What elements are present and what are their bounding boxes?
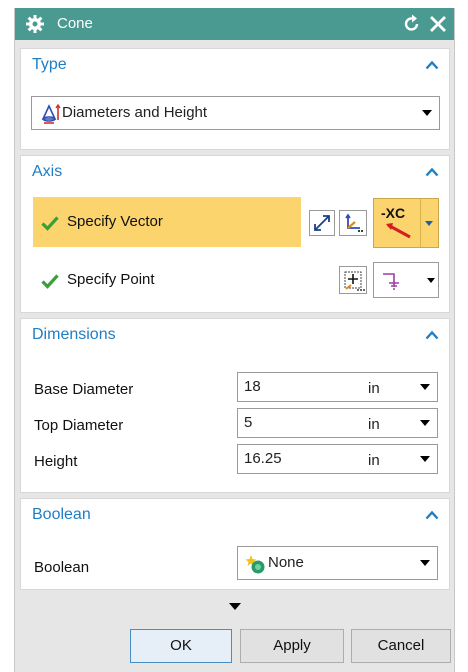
height-unit[interactable]: in	[368, 452, 380, 469]
apply-button[interactable]: Apply	[240, 629, 344, 663]
vector-dialog-icon	[345, 213, 363, 232]
boolean-label: Boolean	[34, 559, 90, 576]
inferred-point-icon	[383, 273, 399, 290]
gear-icon	[26, 15, 44, 33]
negative-xc-vector-icon: -XC	[381, 205, 411, 239]
chevron-down-icon	[427, 278, 435, 283]
collapse-caret-icon[interactable]	[425, 167, 439, 177]
reset-icon[interactable]	[401, 13, 423, 35]
collapse-caret-icon[interactable]	[425, 60, 439, 70]
boolean-dropdown[interactable]: None	[237, 546, 438, 580]
type-dropdown[interactable]: Diameters and Height	[31, 96, 440, 130]
point-dialog-icon	[344, 271, 365, 291]
ok-button[interactable]: OK	[130, 629, 232, 663]
specify-vector-row[interactable]: Specify Vector	[33, 197, 301, 247]
vector-type-dropdown[interactable]: -XC	[373, 198, 439, 248]
chevron-down-icon	[425, 221, 433, 226]
specify-vector-label: Specify Vector	[67, 213, 163, 230]
chevron-down-icon[interactable]	[420, 384, 430, 390]
base-diameter-label: Base Diameter	[34, 381, 134, 398]
dimensions-group: Dimensions Base Diameter 18 in Top Diame…	[20, 318, 450, 493]
top-diameter-field[interactable]: 5 in	[237, 408, 438, 438]
boolean-selected-label: None	[268, 554, 304, 571]
boolean-group-title: Boolean	[32, 506, 91, 523]
point-type-dropdown[interactable]	[373, 262, 439, 298]
dialog-title: Cone	[57, 15, 93, 32]
vector-option-text: -XC	[381, 205, 405, 221]
specify-point-label: Specify Point	[67, 271, 155, 288]
collapse-caret-icon[interactable]	[425, 510, 439, 520]
base-diameter-value[interactable]: 18	[244, 378, 261, 395]
top-diameter-label: Top Diameter	[34, 417, 124, 434]
title-bar: Cone	[15, 8, 454, 40]
reverse-direction-button[interactable]	[309, 210, 335, 236]
checkmark-icon	[41, 216, 59, 231]
height-label: Height	[34, 453, 78, 470]
dimensions-group-title: Dimensions	[32, 326, 116, 343]
boolean-group: Boolean Boolean None	[20, 498, 450, 590]
axis-group: Axis Specify Vector -XC Specify Point	[20, 155, 450, 313]
base-diameter-field[interactable]: 18 in	[237, 372, 438, 402]
chevron-down-icon	[422, 110, 432, 116]
base-diameter-unit[interactable]: in	[368, 380, 380, 397]
boolean-none-icon	[245, 555, 265, 574]
cone-dialog: Cone Type Diameters and Height Axis Spec…	[14, 8, 455, 672]
cone-type-icon	[41, 103, 61, 124]
close-icon[interactable]	[427, 13, 449, 35]
reverse-direction-icon	[314, 215, 330, 231]
checkmark-icon	[41, 274, 59, 289]
type-selected-label: Diameters and Height	[62, 104, 208, 121]
point-dialog-button[interactable]	[339, 266, 367, 294]
show-more-arrow-icon[interactable]	[229, 603, 241, 610]
axis-group-title: Axis	[32, 163, 63, 180]
collapse-caret-icon[interactable]	[425, 330, 439, 340]
vector-dialog-button[interactable]	[339, 210, 367, 236]
type-group: Type Diameters and Height	[20, 48, 450, 150]
chevron-down-icon[interactable]	[420, 456, 430, 462]
top-diameter-value[interactable]: 5	[244, 414, 252, 431]
top-diameter-unit[interactable]: in	[368, 416, 380, 433]
height-value[interactable]: 16.25	[244, 450, 282, 467]
cancel-button[interactable]: Cancel	[351, 629, 451, 663]
height-field[interactable]: 16.25 in	[237, 444, 438, 474]
chevron-down-icon	[420, 560, 430, 566]
chevron-down-icon[interactable]	[420, 420, 430, 426]
type-group-title: Type	[32, 56, 67, 73]
